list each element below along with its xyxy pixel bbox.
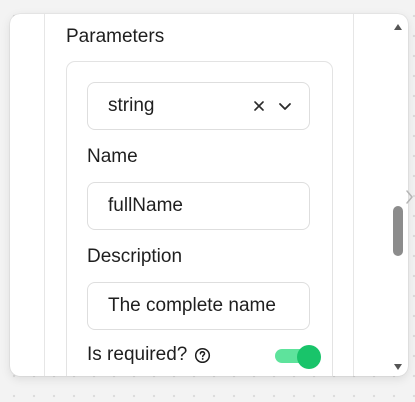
- toggle-knob: [297, 345, 321, 369]
- parameter-card: string Name fullName Description The com…: [66, 61, 333, 376]
- required-toggle[interactable]: [275, 345, 321, 369]
- panel-divider-left: [44, 14, 45, 376]
- section-title: Parameters: [66, 26, 165, 47]
- type-select[interactable]: string: [87, 82, 310, 130]
- description-input[interactable]: The complete name: [87, 282, 310, 330]
- scroll-down-arrow-icon[interactable]: [393, 362, 403, 372]
- scroll-thumb[interactable]: [393, 206, 403, 256]
- type-select-value: string: [108, 95, 155, 116]
- description-label: Description: [87, 246, 183, 267]
- required-label: Is required?: [87, 344, 188, 365]
- name-input[interactable]: fullName: [87, 182, 310, 230]
- question-circle-icon[interactable]: [194, 347, 211, 364]
- required-row: Is required?: [87, 344, 211, 366]
- chevron-right-icon[interactable]: [405, 188, 415, 206]
- name-label: Name: [87, 146, 138, 167]
- chevron-down-icon[interactable]: [277, 98, 293, 114]
- scroll-up-arrow-icon[interactable]: [393, 22, 403, 32]
- panel-divider-right: [353, 14, 354, 376]
- close-icon[interactable]: [251, 98, 267, 114]
- parameters-panel: Parameters string Name fullName Descript…: [10, 14, 408, 376]
